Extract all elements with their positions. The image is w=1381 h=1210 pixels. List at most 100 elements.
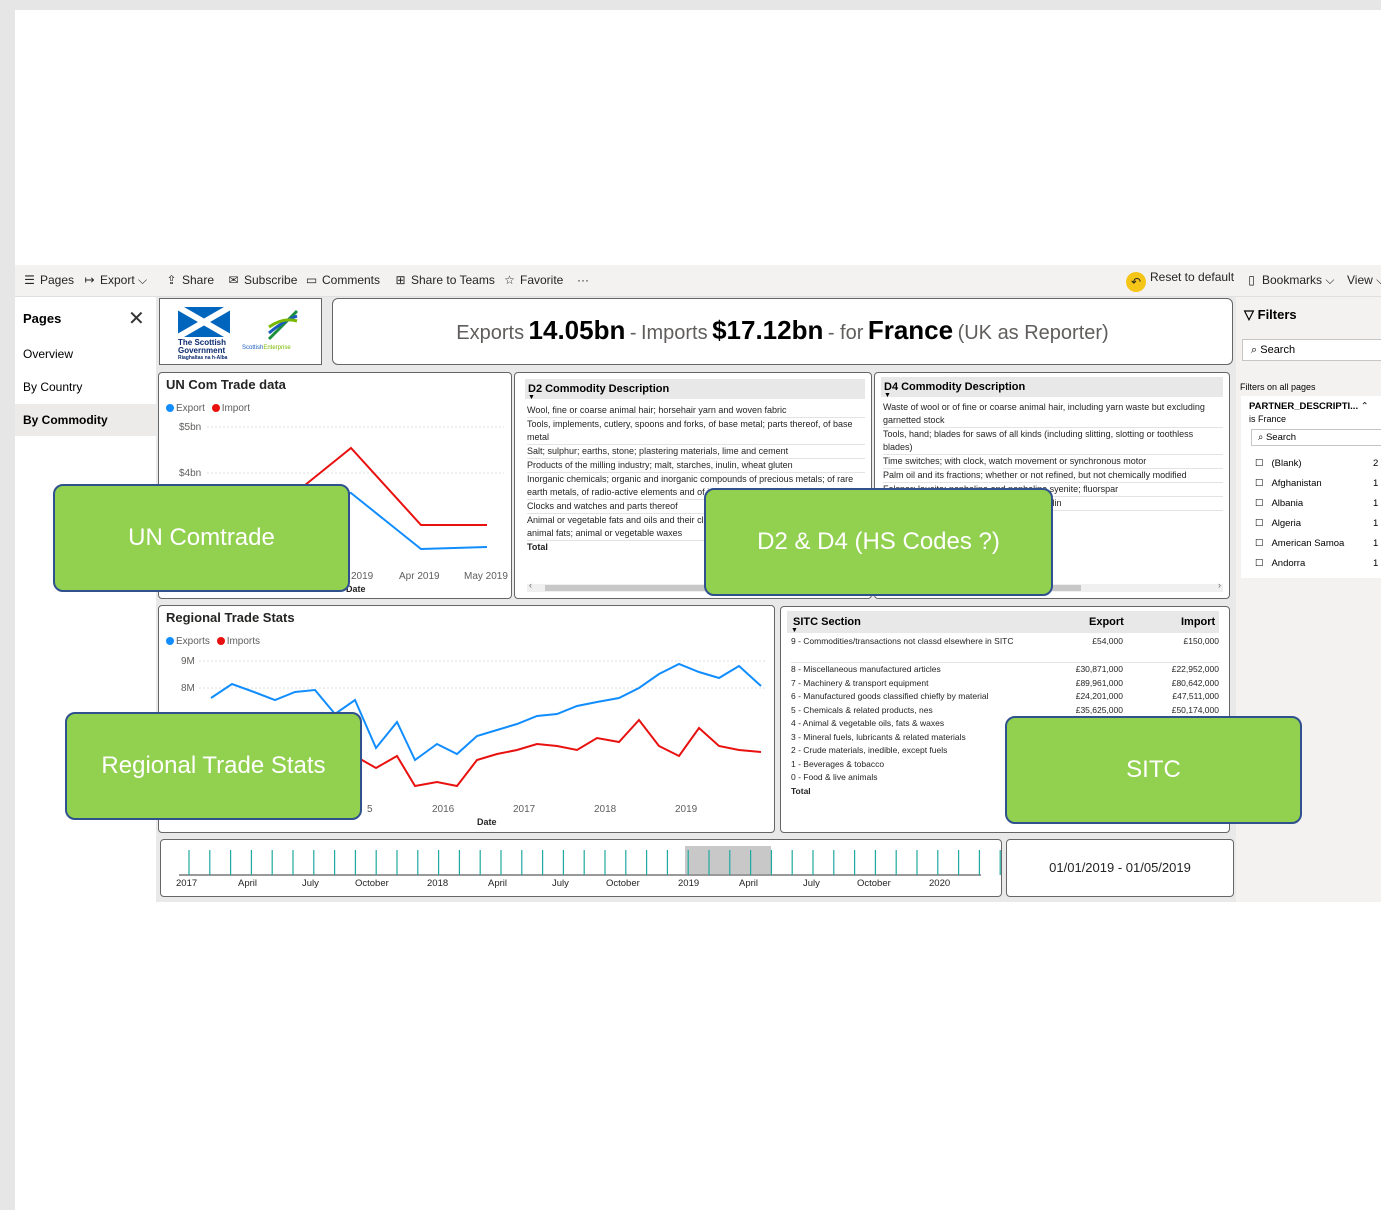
timeline-label[interactable]: April	[238, 878, 257, 889]
timeline-label[interactable]: October	[606, 878, 640, 889]
subscribe-button[interactable]: ✉ Subscribe	[227, 273, 297, 287]
pages-button[interactable]: ☰ Pages	[23, 273, 74, 287]
timeline-label[interactable]: April	[488, 878, 507, 889]
table-row[interactable]: Wool, fine or coarse animal hair; horseh…	[527, 404, 865, 418]
table-row[interactable]: Time switches; with clock, watch movemen…	[883, 455, 1223, 469]
filter-option[interactable]: ☐ American Samoa 1	[1255, 534, 1381, 554]
timeline-label[interactable]: July	[803, 878, 820, 889]
timeline-label[interactable]: July	[302, 878, 319, 889]
table-row[interactable]: 7 - Machinery & transport equipment £89,9…	[791, 677, 1219, 691]
bookmarks-label: Bookmarks	[1262, 273, 1323, 287]
table-row[interactable]: Products of the milling industry; malt, …	[527, 459, 865, 473]
view-button[interactable]: View ⌵	[1347, 273, 1381, 288]
filters-title-label: Filters	[1257, 307, 1297, 322]
timeline-label[interactable]: April	[739, 878, 758, 889]
filter-option[interactable]: ☐ Andorra 1	[1255, 554, 1381, 574]
timeline-label[interactable]: 2018	[427, 878, 448, 889]
close-icon[interactable]: ✕	[128, 306, 145, 331]
page-item-overview[interactable]: Overview	[15, 338, 156, 370]
favorite-button[interactable]: ☆ Favorite	[503, 273, 563, 287]
filters-search-placeholder: Search	[1260, 344, 1296, 356]
table-row[interactable]: 5 - Chemicals & related products, nes £35…	[791, 704, 1219, 718]
filter-option[interactable]: ☐ Afghanistan 1	[1255, 474, 1381, 494]
timeline-label[interactable]: 2019	[678, 878, 699, 889]
pages-label: Pages	[40, 273, 75, 287]
table-row[interactable]: 6 - Manufactured goods classified chiefl…	[791, 690, 1219, 704]
pages-icon: ☰	[24, 273, 35, 287]
export-label: Export	[100, 273, 135, 287]
y-tick-label: $4bn	[179, 468, 201, 479]
sitc-col-export[interactable]: Export	[1089, 611, 1124, 633]
x-tick-label: May 2019	[464, 571, 508, 582]
timeline-label[interactable]: July	[552, 878, 569, 889]
timeline-label[interactable]: October	[355, 878, 389, 889]
d4-header[interactable]: ▼ D4 Commodity Description	[881, 377, 1223, 399]
star-icon: ☆	[504, 273, 515, 287]
table-row[interactable]: 9 - Commodities/transactions not classd …	[791, 635, 1219, 663]
timeline-label[interactable]: 2020	[929, 878, 950, 889]
filter-option-count: 1	[1373, 498, 1379, 509]
table-row[interactable]: 8 - Miscellaneous manufactured articles £…	[791, 663, 1219, 677]
subscribe-label: Subscribe	[244, 273, 298, 287]
chevron-down-icon: ⌵	[1325, 273, 1335, 287]
checkbox-icon[interactable]: ☐	[1255, 558, 1264, 569]
checkbox-icon[interactable]: ☐	[1255, 458, 1264, 469]
bookmarks-button[interactable]: ▯ Bookmarks ⌵	[1245, 273, 1334, 288]
reporter-note: (UK as Reporter)	[957, 322, 1109, 344]
overlay-un-comtrade: UN Comtrade	[53, 484, 350, 592]
chevron-right-icon[interactable]: ›	[1218, 580, 1221, 590]
checkbox-icon[interactable]: ☐	[1255, 518, 1264, 529]
more-options-button[interactable]: ···	[577, 273, 589, 287]
y-tick-label: 8M	[181, 683, 195, 694]
sitc-export-cell: £54,000	[1092, 636, 1123, 646]
filter-option[interactable]: ☐ Algeria 1	[1255, 514, 1381, 534]
checkbox-icon[interactable]: ☐	[1255, 498, 1264, 509]
chevron-up-icon[interactable]: ⌃	[1361, 401, 1369, 412]
sitc-section-cell: 1 - Beverages & tobacco	[791, 758, 885, 769]
exports-label: Exports	[456, 322, 525, 344]
scrollbar-thumb[interactable]	[545, 585, 725, 591]
filter-option-count: 1	[1373, 478, 1379, 489]
filter-option[interactable]: ☐ Albania 1	[1255, 494, 1381, 514]
mail-icon: ✉	[228, 273, 239, 287]
share-button[interactable]: ⇪ Share	[165, 273, 214, 287]
timeline-slicer[interactable]: 2017 April July October 2018 April July …	[160, 839, 1002, 897]
filter-search-input[interactable]: ⌕ Search	[1251, 429, 1381, 446]
exports-value: 14.05bn	[528, 315, 626, 345]
checkbox-icon[interactable]: ☐	[1255, 538, 1264, 549]
teams-icon: ⊞	[395, 273, 406, 287]
filter-option[interactable]: ☐ (Blank) 2	[1255, 454, 1381, 474]
chevron-left-icon[interactable]: ‹	[529, 580, 532, 590]
page-item-by-country[interactable]: By Country	[15, 371, 156, 403]
table-row[interactable]: Tools, hand; blades for saws of all kind…	[883, 428, 1223, 455]
table-row[interactable]: Waste of wool or of fine or coarse anima…	[883, 401, 1223, 428]
sitc-col-section[interactable]: SITC Section	[793, 611, 861, 633]
filter-card[interactable]: PARTNER_DESCRIPTI... ⌃ is France ⌕ Searc…	[1241, 396, 1381, 578]
share-teams-button[interactable]: ⊞ Share to Teams	[394, 273, 495, 287]
x-tick-label: 2017	[513, 804, 536, 815]
sitc-header[interactable]: ▼ SITC Section Export Import	[787, 611, 1219, 634]
d4-header-label: D4 Commodity Description	[884, 381, 1026, 393]
checkbox-icon[interactable]: ☐	[1255, 478, 1264, 489]
table-row[interactable]: Tools, implements, cutlery, spoons and f…	[527, 418, 865, 445]
sitc-section-cell: 8 - Miscellaneous manufactured articles	[791, 664, 941, 674]
export-button[interactable]: ↦ Export ⌵	[83, 273, 147, 288]
d2-header[interactable]: ▼ D2 Commodity Description	[525, 379, 865, 401]
table-row[interactable]: Palm oil and its fractions; whether or n…	[883, 469, 1223, 483]
share-teams-label: Share to Teams	[411, 273, 495, 287]
timeline-label[interactable]: October	[857, 878, 891, 889]
sitc-col-import[interactable]: Import	[1181, 611, 1215, 633]
reset-default-button[interactable]: ↶ Reset to default	[1126, 270, 1234, 292]
page-item-by-commodity[interactable]: By Commodity	[15, 404, 156, 436]
table-row[interactable]: Salt; sulphur; earths, stone; plastering…	[527, 445, 865, 459]
y-tick-label: $5bn	[179, 422, 201, 433]
timeline-label[interactable]: 2017	[176, 878, 197, 889]
sitc-import-cell: £150,000	[1183, 636, 1219, 646]
se-logo-name: Scottish	[242, 345, 264, 351]
filters-search-input[interactable]: ⌕ Search	[1242, 339, 1381, 361]
export-arrow-icon: ↦	[84, 273, 95, 287]
overlay-sitc: SITC	[1005, 716, 1302, 824]
filter-icon: ▽	[1244, 307, 1254, 322]
sitc-import-cell: £50,174,000	[1171, 704, 1219, 715]
comments-button[interactable]: ▭ Comments	[305, 273, 380, 287]
